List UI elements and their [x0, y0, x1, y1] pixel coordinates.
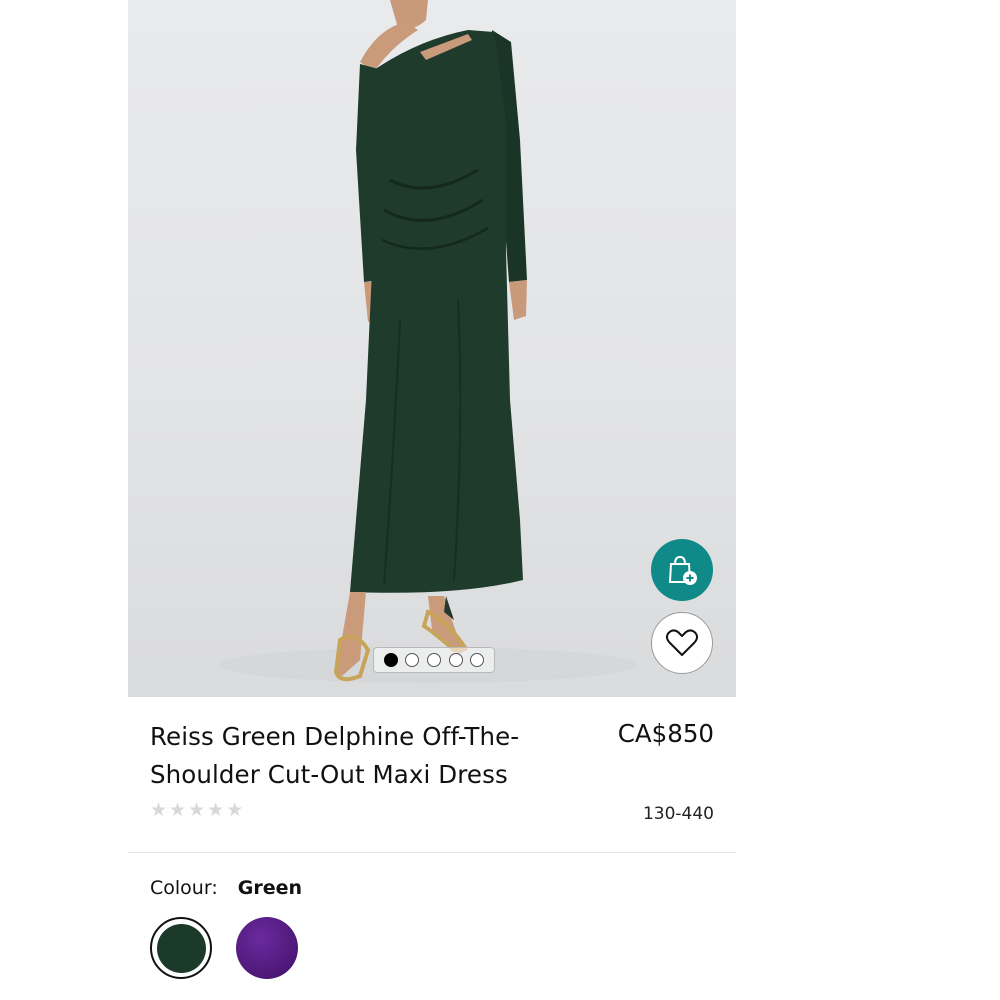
bag-plus-icon [668, 555, 697, 585]
carousel-dot-2[interactable] [405, 653, 420, 667]
star-icon: ★ [188, 799, 206, 821]
colour-swatch-green[interactable] [150, 917, 212, 979]
colour-swatch-purple[interactable] [236, 917, 298, 979]
selected-colour: Green [237, 877, 303, 899]
carousel-dot-4[interactable] [448, 653, 463, 667]
star-icon: ★ [150, 799, 168, 821]
carousel-dot-5[interactable] [470, 653, 485, 667]
divider [128, 852, 736, 853]
product-price: CA$850 [617, 719, 714, 748]
carousel-dot-3[interactable] [426, 653, 441, 667]
colour-label: Colour: [150, 877, 218, 899]
product-code: 130-440 [642, 804, 714, 824]
wishlist-button[interactable] [651, 612, 713, 674]
star-icon: ★ [207, 799, 225, 821]
carousel-indicator [373, 647, 495, 673]
heart-icon [666, 629, 698, 656]
carousel-dot-1[interactable] [383, 653, 398, 667]
colour-selection-label: Colour: Green [150, 877, 302, 899]
product-image[interactable] [128, 0, 736, 697]
star-icon: ★ [169, 799, 187, 821]
dress-photo [218, 0, 638, 683]
star-icon: ★ [226, 799, 244, 821]
product-card: Reiss Green Delphine Off-The-Shoulder Cu… [128, 0, 736, 1000]
product-title: Reiss Green Delphine Off-The-Shoulder Cu… [150, 722, 520, 789]
swatch-fill [156, 923, 206, 973]
add-to-bag-button[interactable] [651, 539, 713, 601]
rating-stars[interactable]: ★ ★ ★ ★ ★ [150, 800, 243, 820]
